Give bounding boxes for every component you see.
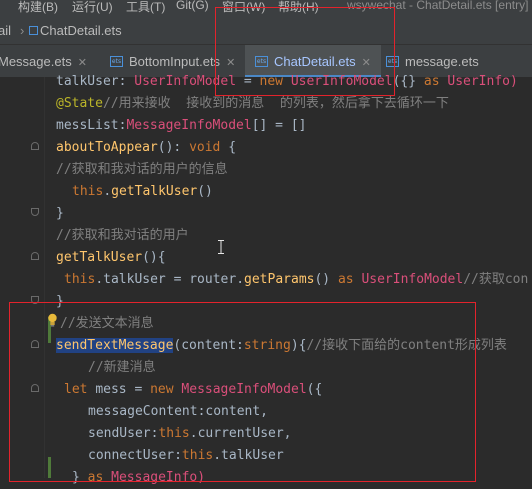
code-line-6: this.getTalkUser() — [72, 184, 213, 199]
highlight-box — [215, 7, 395, 96]
menu-tools[interactable]: 工具(T) — [126, 0, 165, 15]
tab-label: Message.ets — [0, 54, 72, 69]
fold-marker[interactable] — [31, 142, 39, 150]
breadcrumb-parent[interactable]: ail — [0, 23, 11, 38]
code-line-4: aboutToAppear(): void { — [56, 140, 237, 155]
breadcrumb-separator: › — [20, 23, 25, 38]
tab-label: BottomInput.ets — [129, 54, 221, 69]
fold-marker[interactable] — [31, 208, 39, 216]
menu-run[interactable]: 运行(U) — [72, 0, 113, 15]
code-line-10: this.talkUser = router.getParams() as Us… — [64, 272, 529, 287]
code-line-3: messList:MessageInfoModel[] = [] — [56, 118, 307, 133]
fold-marker[interactable] — [31, 252, 39, 260]
code-line-9: getTalkUser(){ — [56, 250, 166, 265]
mouse-cursor-icon — [218, 240, 224, 254]
ets-file-icon — [29, 26, 38, 35]
code-line-2: @State//用来接收 接收到的消息 的列表，然后拿下去循环一下 — [56, 96, 449, 111]
code-line-7: } — [56, 206, 64, 221]
menu-git[interactable]: Git(G) — [176, 0, 209, 12]
highlight-box — [9, 302, 476, 482]
code-line-5: //获取和我对话的用户的信息 — [56, 162, 228, 177]
breadcrumb-file[interactable]: ChatDetail.ets — [40, 23, 122, 38]
ets-file-icon: ets — [110, 56, 123, 68]
tab-label: message.ets — [405, 54, 479, 69]
code-line-8: //获取和我对话的用户 — [56, 228, 189, 243]
menu-build[interactable]: 构建(B) — [18, 0, 58, 15]
